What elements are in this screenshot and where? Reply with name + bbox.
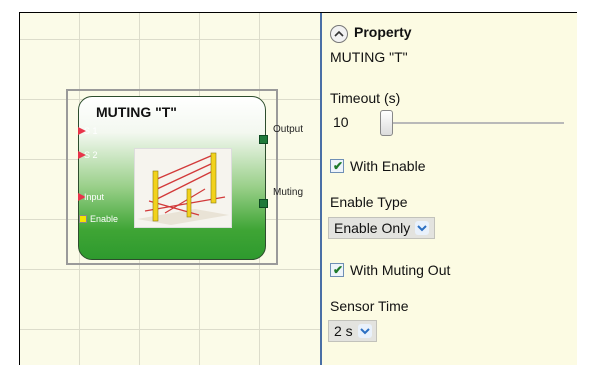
with-muting-out-label: With Muting Out [350, 262, 451, 278]
timeout-label: Timeout (s) [330, 90, 401, 106]
with-muting-out-checkbox[interactable]: ✔ [330, 263, 344, 277]
muting-illustration [134, 148, 232, 228]
input-label-input: Input [84, 192, 105, 202]
input-label-enable: Enable [90, 214, 119, 224]
timeout-slider-thumb[interactable] [380, 110, 393, 136]
muting-label: Muting [273, 187, 304, 198]
sensor-time-label: Sensor Time [330, 298, 409, 314]
collapse-chevron-up-icon[interactable] [330, 25, 348, 43]
timeout-value: 10 [333, 114, 349, 130]
light-curtain-illustration-icon [137, 152, 229, 225]
enable-type-label: Enable Type [330, 194, 408, 210]
output-label: Output [273, 124, 304, 135]
input-label-s1: S 1 [84, 126, 98, 136]
with-enable-checkbox[interactable]: ✔ [330, 159, 344, 173]
dropdown-chevron-icon [358, 324, 372, 338]
block-title: MUTING "T" [96, 104, 177, 120]
panel-header: Property [354, 24, 412, 40]
enable-type-dropdown[interactable]: Enable Only [328, 217, 435, 239]
timeout-slider-track[interactable] [380, 122, 564, 124]
muting-pin-icon[interactable] [259, 199, 268, 208]
enable-type-value: Enable Only [334, 220, 411, 236]
with-enable-label: With Enable [350, 158, 426, 174]
sensor-time-dropdown[interactable]: 2 s [328, 320, 377, 342]
checkbox-checked-icon: ✔ [333, 159, 344, 173]
dropdown-chevron-icon [415, 221, 429, 235]
panel-subtitle: MUTING "T" [330, 49, 408, 65]
enable-pin-icon[interactable] [79, 215, 87, 223]
input-label-s2: S 2 [84, 150, 98, 160]
checkbox-checked-icon: ✔ [333, 263, 344, 277]
output-pin-icon[interactable] [259, 135, 268, 144]
sensor-time-value: 2 s [334, 323, 353, 339]
